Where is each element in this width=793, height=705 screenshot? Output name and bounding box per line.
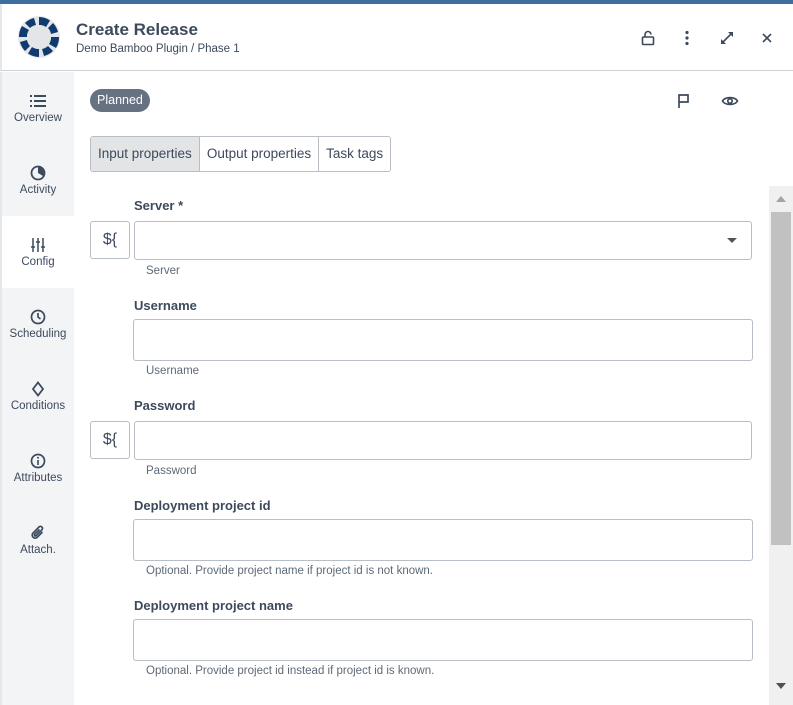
server-variable-button[interactable]: ${ bbox=[90, 221, 130, 259]
status-badge: Planned bbox=[90, 89, 150, 112]
expand-icon[interactable] bbox=[717, 28, 737, 48]
server-help: Server bbox=[146, 265, 180, 277]
scroll-down-arrow-icon[interactable] bbox=[776, 683, 786, 689]
lock-open-icon[interactable] bbox=[638, 28, 658, 48]
sidebar-item-scheduling[interactable]: Scheduling bbox=[2, 288, 74, 360]
info-icon bbox=[30, 453, 46, 469]
task-breadcrumb: Demo Bamboo Plugin / Phase 1 bbox=[76, 43, 240, 55]
tab-input-properties[interactable]: Input properties bbox=[91, 137, 200, 171]
sidebar-item-conditions[interactable]: Conditions bbox=[2, 360, 74, 432]
task-title: Create Release bbox=[76, 20, 198, 39]
paperclip-icon bbox=[30, 525, 46, 541]
password-variable-button[interactable]: ${ bbox=[90, 421, 130, 459]
sidebar-item-label: Attributes bbox=[13, 471, 63, 484]
input-properties-form: Server * ${ Server Username Username Pas… bbox=[74, 186, 768, 705]
sidebar-item-attributes[interactable]: Attributes bbox=[2, 432, 74, 504]
username-label: Username bbox=[134, 298, 197, 313]
scrollbar-thumb[interactable] bbox=[771, 212, 791, 545]
tab-output-properties[interactable]: Output properties bbox=[199, 137, 320, 171]
deployment-project-id-label: Deployment project id bbox=[134, 498, 271, 513]
task-type-logo-icon bbox=[17, 15, 61, 59]
server-select[interactable] bbox=[134, 221, 752, 260]
deployment-project-id-input[interactable] bbox=[133, 519, 753, 561]
sidebar-item-activity[interactable]: Activity bbox=[2, 144, 74, 216]
sidebar-item-overview[interactable]: Overview bbox=[2, 72, 74, 144]
more-vertical-icon[interactable] bbox=[677, 28, 697, 48]
sidebar-item-label: Overview bbox=[14, 111, 62, 124]
deployment-project-name-label: Deployment project name bbox=[134, 598, 293, 613]
activity-icon bbox=[30, 165, 46, 181]
scroll-up-arrow-icon[interactable] bbox=[776, 196, 786, 202]
username-input[interactable] bbox=[133, 319, 753, 361]
sidebar-item-label: Conditions bbox=[10, 399, 66, 412]
close-icon[interactable] bbox=[757, 28, 777, 48]
chevron-down-icon bbox=[727, 238, 737, 243]
deployment-project-id-help: Optional. Provide project name if projec… bbox=[146, 565, 434, 577]
flag-icon[interactable] bbox=[674, 91, 694, 111]
password-input[interactable] bbox=[134, 421, 752, 460]
password-label: Password bbox=[134, 398, 196, 413]
clock-icon bbox=[30, 309, 46, 325]
form-scrollbar[interactable] bbox=[769, 186, 793, 705]
sidebar-item-label: Attach. bbox=[20, 543, 56, 556]
sidebar: Overview Activity Config Scheduling Cond… bbox=[0, 72, 74, 705]
sidebar-item-label: Scheduling bbox=[9, 327, 67, 340]
task-header: Create Release Demo Bamboo Plugin / Phas… bbox=[0, 4, 793, 71]
sidebar-item-label: Config bbox=[21, 255, 55, 268]
deployment-project-name-input[interactable] bbox=[133, 619, 753, 661]
property-tabs: Input properties Output properties Task … bbox=[90, 136, 392, 172]
username-help: Username bbox=[146, 365, 200, 377]
sidebar-item-label: Activity bbox=[19, 183, 57, 196]
sliders-icon bbox=[30, 237, 46, 253]
diamond-icon bbox=[31, 380, 45, 397]
server-label: Server * bbox=[134, 198, 184, 213]
sidebar-item-attachments[interactable]: Attach. bbox=[2, 504, 74, 576]
sidebar-item-config[interactable]: Config bbox=[2, 216, 74, 288]
password-help: Password bbox=[146, 465, 197, 477]
list-icon bbox=[29, 93, 47, 109]
deployment-project-name-help: Optional. Provide project id instead if … bbox=[146, 665, 435, 677]
config-panel: Planned Input properties Output properti… bbox=[74, 72, 793, 705]
tab-task-tags[interactable]: Task tags bbox=[319, 137, 391, 171]
watch-eye-icon[interactable] bbox=[720, 91, 740, 111]
